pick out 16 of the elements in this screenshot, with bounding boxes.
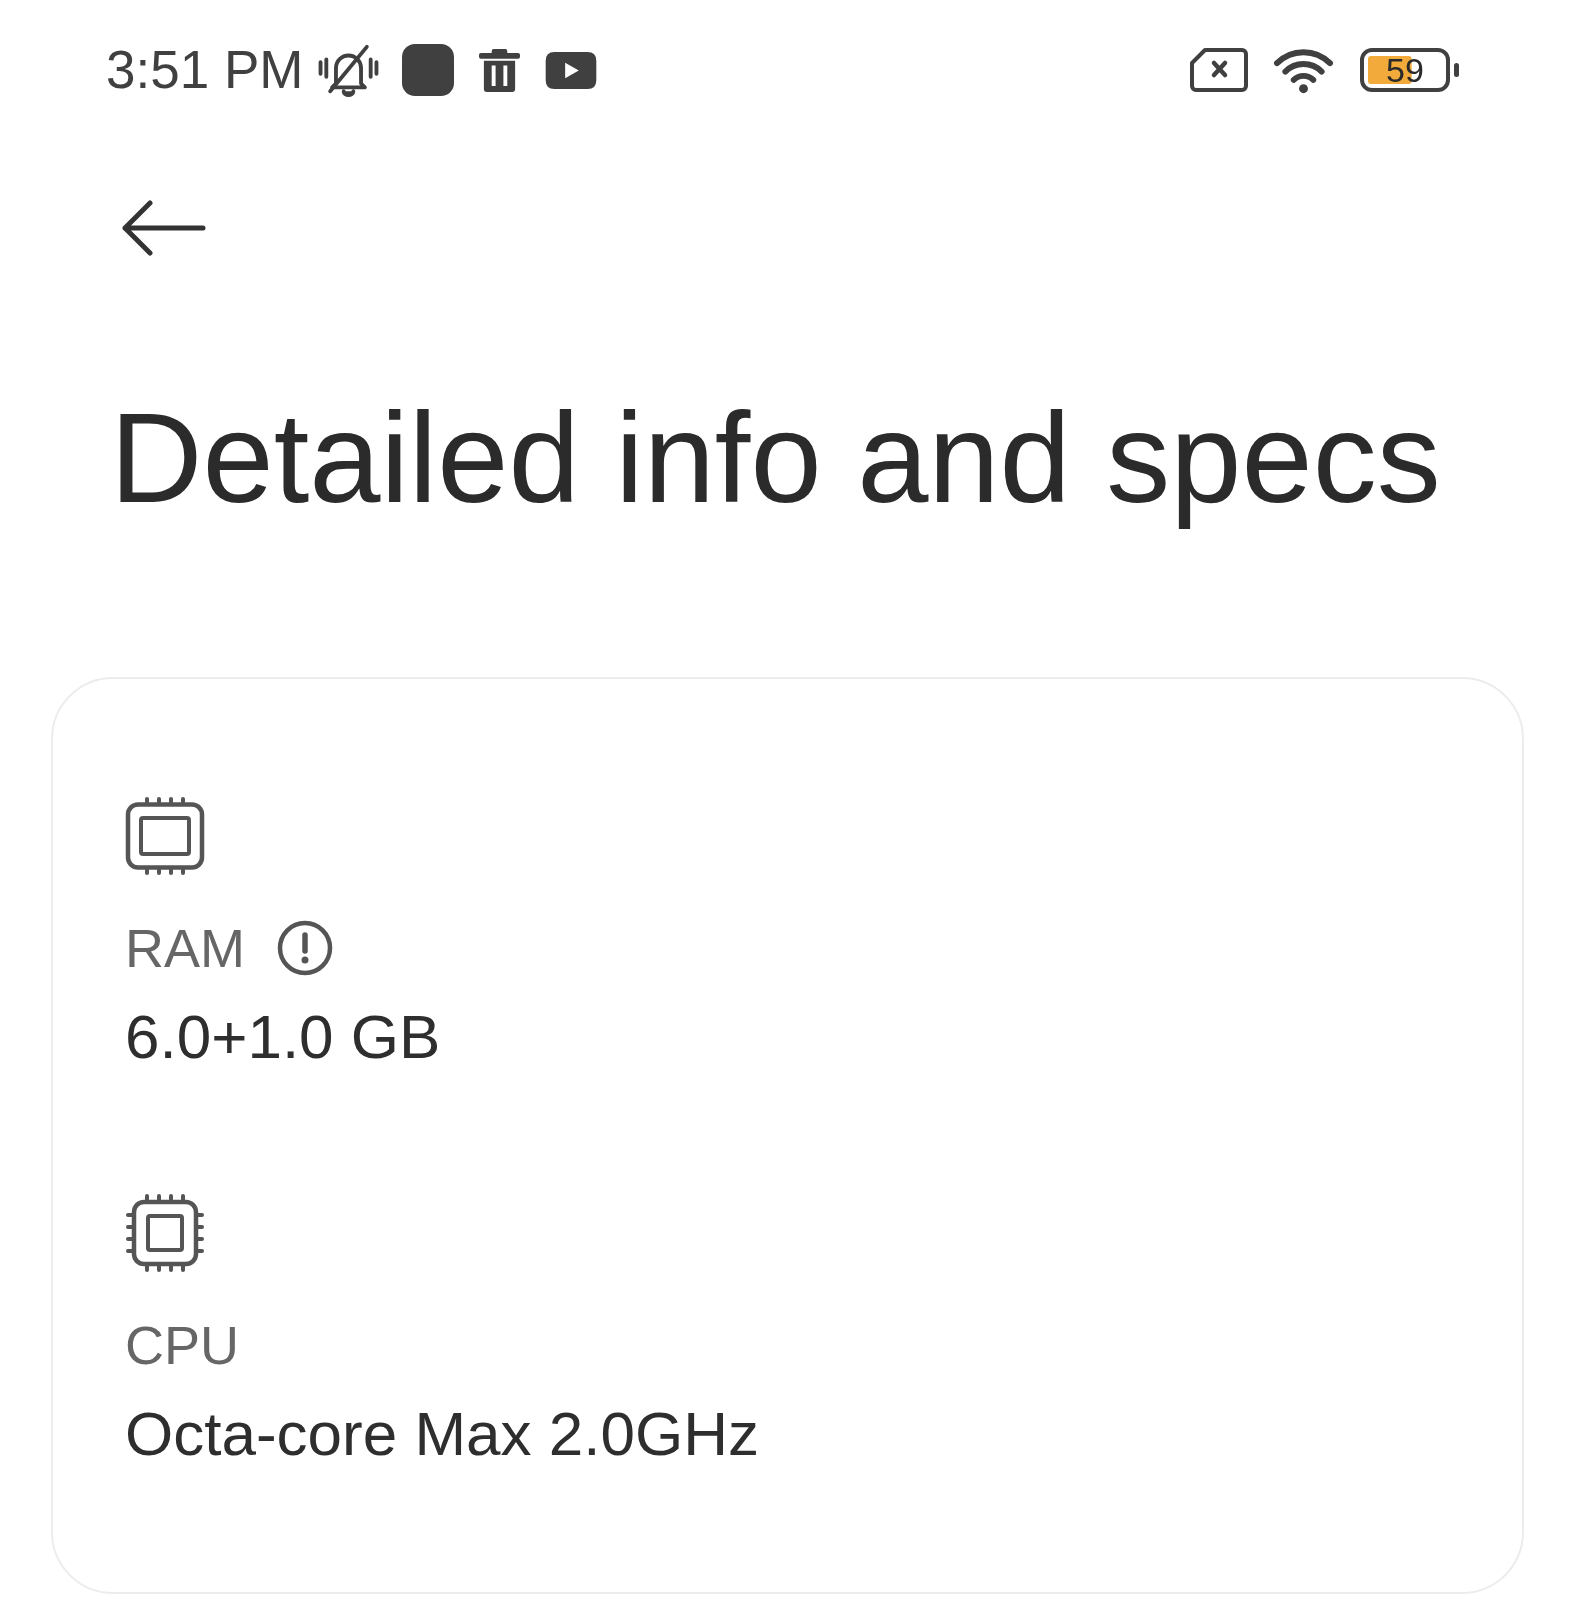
spec-label: RAM bbox=[125, 920, 245, 976]
spec-value: Octa-core Max 2.0GHz bbox=[125, 1403, 759, 1465]
memory-chip-icon bbox=[125, 796, 205, 876]
page-title: Detailed info and specs bbox=[110, 385, 1441, 531]
info-icon[interactable] bbox=[277, 920, 333, 976]
square-icon bbox=[402, 44, 455, 96]
sim-card-icon bbox=[1190, 48, 1248, 92]
arrow-left-icon bbox=[120, 199, 206, 257]
back-button[interactable] bbox=[120, 199, 206, 257]
processor-chip-icon bbox=[125, 1193, 205, 1273]
status-time: 3:51 PM bbox=[106, 42, 304, 98]
spec-value: 6.0+1.0 GB bbox=[125, 1006, 441, 1068]
trash-icon bbox=[479, 48, 521, 92]
spec-label: CPU bbox=[125, 1317, 239, 1373]
play-icon bbox=[545, 51, 598, 89]
bell-off-icon bbox=[317, 43, 381, 97]
